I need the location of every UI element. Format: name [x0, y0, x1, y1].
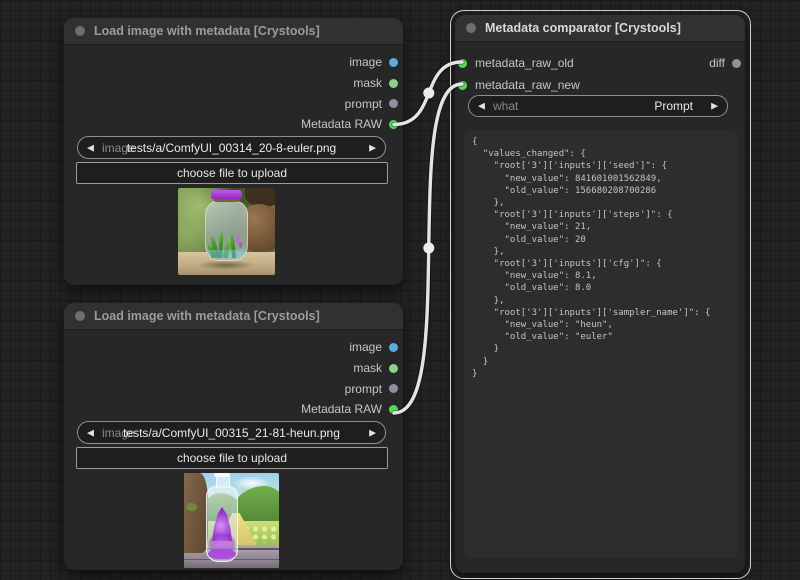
image-combo-widget[interactable]: ◀ image tests/a/ComfyUI_00315_21-81-heun…	[77, 421, 386, 444]
image-preview-jar	[178, 188, 275, 275]
output-dot-prompt[interactable]	[389, 384, 398, 393]
output-slots: image mask prompt Metadata RAW	[64, 337, 403, 420]
slot-label: Metadata RAW	[301, 117, 382, 131]
node-title: Load image with metadata [Crystools]	[94, 309, 320, 323]
combo-prev-icon[interactable]: ◀	[478, 102, 485, 111]
output-dot-mask[interactable]	[389, 364, 398, 373]
comfyui-canvas[interactable]: Load image with metadata [Crystools] ima…	[0, 0, 800, 580]
slot-label: metadata_raw_new	[475, 78, 580, 92]
combo-next-icon[interactable]: ▶	[369, 143, 376, 152]
output-dot-image[interactable]	[389, 343, 398, 352]
output-dot-image[interactable]	[389, 58, 398, 67]
image-combo-widget[interactable]: ◀ image tests/a/ComfyUI_00314_20-8-euler…	[77, 136, 386, 159]
combo-value: tests/a/ComfyUI_00315_21-81-heun.png	[104, 426, 359, 440]
output-dot-metadata-raw[interactable]	[389, 120, 398, 129]
combo-value: Prompt	[495, 99, 693, 113]
node-load-image-new[interactable]: Load image with metadata [Crystools] ima…	[64, 303, 403, 570]
node-title: Load image with metadata [Crystools]	[94, 24, 320, 38]
output-dot-metadata-raw[interactable]	[389, 405, 398, 414]
diff-json-textarea[interactable]: { "values_changed": { "root['3']['inputs…	[464, 130, 737, 558]
node-header[interactable]: Load image with metadata [Crystools]	[64, 303, 403, 330]
preview-art-flower	[239, 242, 242, 248]
diff-json-text: { "values_changed": { "root['3']['inputs…	[472, 136, 729, 380]
output-dot-prompt[interactable]	[389, 99, 398, 108]
image-preview-bottle	[184, 473, 279, 568]
node-collapse-dot[interactable]	[75, 26, 85, 36]
preview-art-pool	[208, 549, 236, 559]
output-slot-mask: mask	[64, 73, 403, 94]
preview-art-water	[208, 250, 245, 258]
output-dot-diff[interactable]	[732, 59, 741, 68]
combo-prev-icon[interactable]: ◀	[87, 428, 94, 437]
combo-value: tests/a/ComfyUI_00314_20-8-euler.png	[104, 141, 359, 155]
wire-midpoint-dot[interactable]	[423, 243, 434, 254]
slot-label: prompt	[345, 97, 382, 111]
output-slot-image: image	[64, 337, 403, 358]
preview-art-rock	[184, 473, 208, 553]
output-slot-prompt: prompt	[64, 93, 403, 114]
output-slot-metadata-raw: Metadata RAW	[64, 399, 403, 420]
input-dot-metadata-raw-new[interactable]	[458, 81, 467, 90]
slot-label: Metadata RAW	[301, 402, 382, 416]
slot-label: mask	[353, 361, 382, 375]
output-slot-mask: mask	[64, 358, 403, 379]
slot-label: prompt	[345, 382, 382, 396]
input-slot-metadata-raw-new: metadata_raw_new	[455, 74, 745, 96]
slot-label: image	[349, 55, 382, 69]
preview-art-shadow	[196, 260, 256, 270]
node-header[interactable]: Load image with metadata [Crystools]	[64, 18, 403, 45]
node-collapse-dot[interactable]	[75, 311, 85, 321]
node-metadata-comparator[interactable]: Metadata comparator [Crystools] metadata…	[455, 15, 745, 573]
slot-label: diff	[709, 56, 725, 70]
input-slots: metadata_raw_old metadata_raw_new	[455, 52, 745, 96]
choose-file-button[interactable]: choose file to upload	[76, 162, 388, 184]
combo-next-icon[interactable]: ▶	[369, 428, 376, 437]
output-dot-mask[interactable]	[389, 79, 398, 88]
output-slots: image mask prompt Metadata RAW	[64, 52, 403, 135]
input-dot-metadata-raw-old[interactable]	[458, 59, 467, 68]
wire-metadata-raw-new[interactable]	[394, 84, 462, 413]
slot-label: metadata_raw_old	[475, 56, 574, 70]
node-load-image-old[interactable]: Load image with metadata [Crystools] ima…	[64, 18, 403, 285]
combo-prev-icon[interactable]: ◀	[87, 143, 94, 152]
what-combo-widget[interactable]: ◀ what Prompt ▶	[468, 95, 728, 117]
wire-shadow	[394, 62, 462, 125]
output-slot-image: image	[64, 52, 403, 73]
input-slot-metadata-raw-old: metadata_raw_old	[455, 52, 745, 74]
node-title: Metadata comparator [Crystools]	[485, 21, 681, 35]
output-slot-diff: diff	[709, 52, 741, 74]
preview-art-moss	[186, 503, 197, 511]
choose-file-button[interactable]: choose file to upload	[76, 447, 388, 469]
wire-metadata-raw-old[interactable]	[394, 62, 462, 125]
preview-art-bottle-rim	[214, 473, 230, 477]
wire-shadow	[394, 84, 462, 413]
node-collapse-dot[interactable]	[466, 23, 476, 33]
preview-art-bottle-neck	[216, 476, 230, 488]
wire-midpoint-dot[interactable]	[423, 88, 434, 99]
combo-next-icon[interactable]: ▶	[711, 102, 718, 111]
slot-label: image	[349, 340, 382, 354]
output-slot-prompt: prompt	[64, 378, 403, 399]
node-header[interactable]: Metadata comparator [Crystools]	[455, 15, 745, 42]
output-slot-metadata-raw: Metadata RAW	[64, 114, 403, 135]
slot-label: mask	[353, 76, 382, 90]
preview-art-jar-lid	[211, 190, 242, 199]
